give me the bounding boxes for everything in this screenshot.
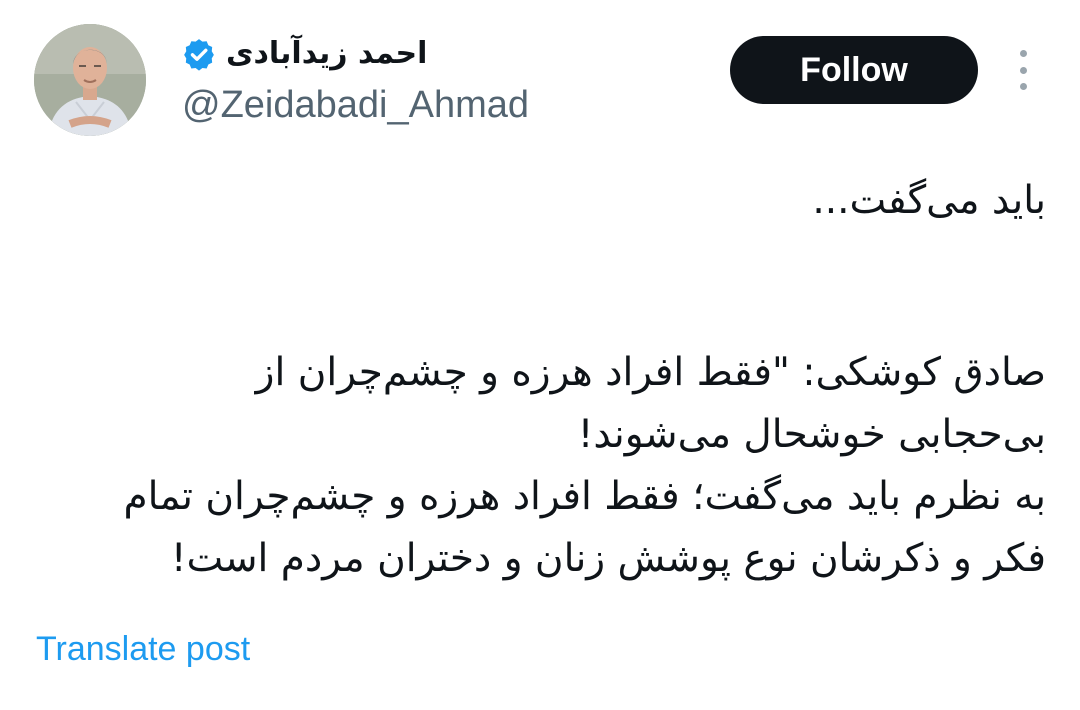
more-dot	[1019, 50, 1027, 57]
tweet-line: به نظرم باید می‌گفت؛ فقط افراد هرزه و چش…	[123, 474, 1046, 519]
author-display-name[interactable]: احمد زیدآبادی	[226, 34, 427, 74]
avatar-photo	[34, 24, 146, 136]
verified-badge-icon	[184, 39, 214, 71]
tweet-line: صادق کوشکی: "فقط افراد هرزه و چشم‌چران ا…	[255, 350, 1046, 395]
more-dot	[1019, 66, 1027, 74]
author-handle[interactable]: @Zeidabadi_Ahmad	[182, 82, 529, 128]
tweet-line: فکر و ذکرشان نوع پوشش زنان و دختران مردم…	[170, 536, 1046, 581]
translate-post-link[interactable]: Translate post	[36, 626, 250, 672]
author-name-row: احمد زیدآبادی	[182, 30, 427, 78]
more-dot	[1019, 83, 1027, 90]
tweet-line: باید می‌گفت...	[812, 178, 1046, 223]
tweet-text: باید می‌گفت... صادق کوشکی: "فقط افراد هر…	[30, 170, 1046, 590]
more-vertical-icon[interactable]	[1006, 50, 1040, 90]
tweet-line: بی‌حجابی خوشحال می‌شوند!	[577, 412, 1046, 457]
follow-button[interactable]: Follow	[730, 36, 978, 104]
avatar[interactable]	[34, 24, 146, 136]
